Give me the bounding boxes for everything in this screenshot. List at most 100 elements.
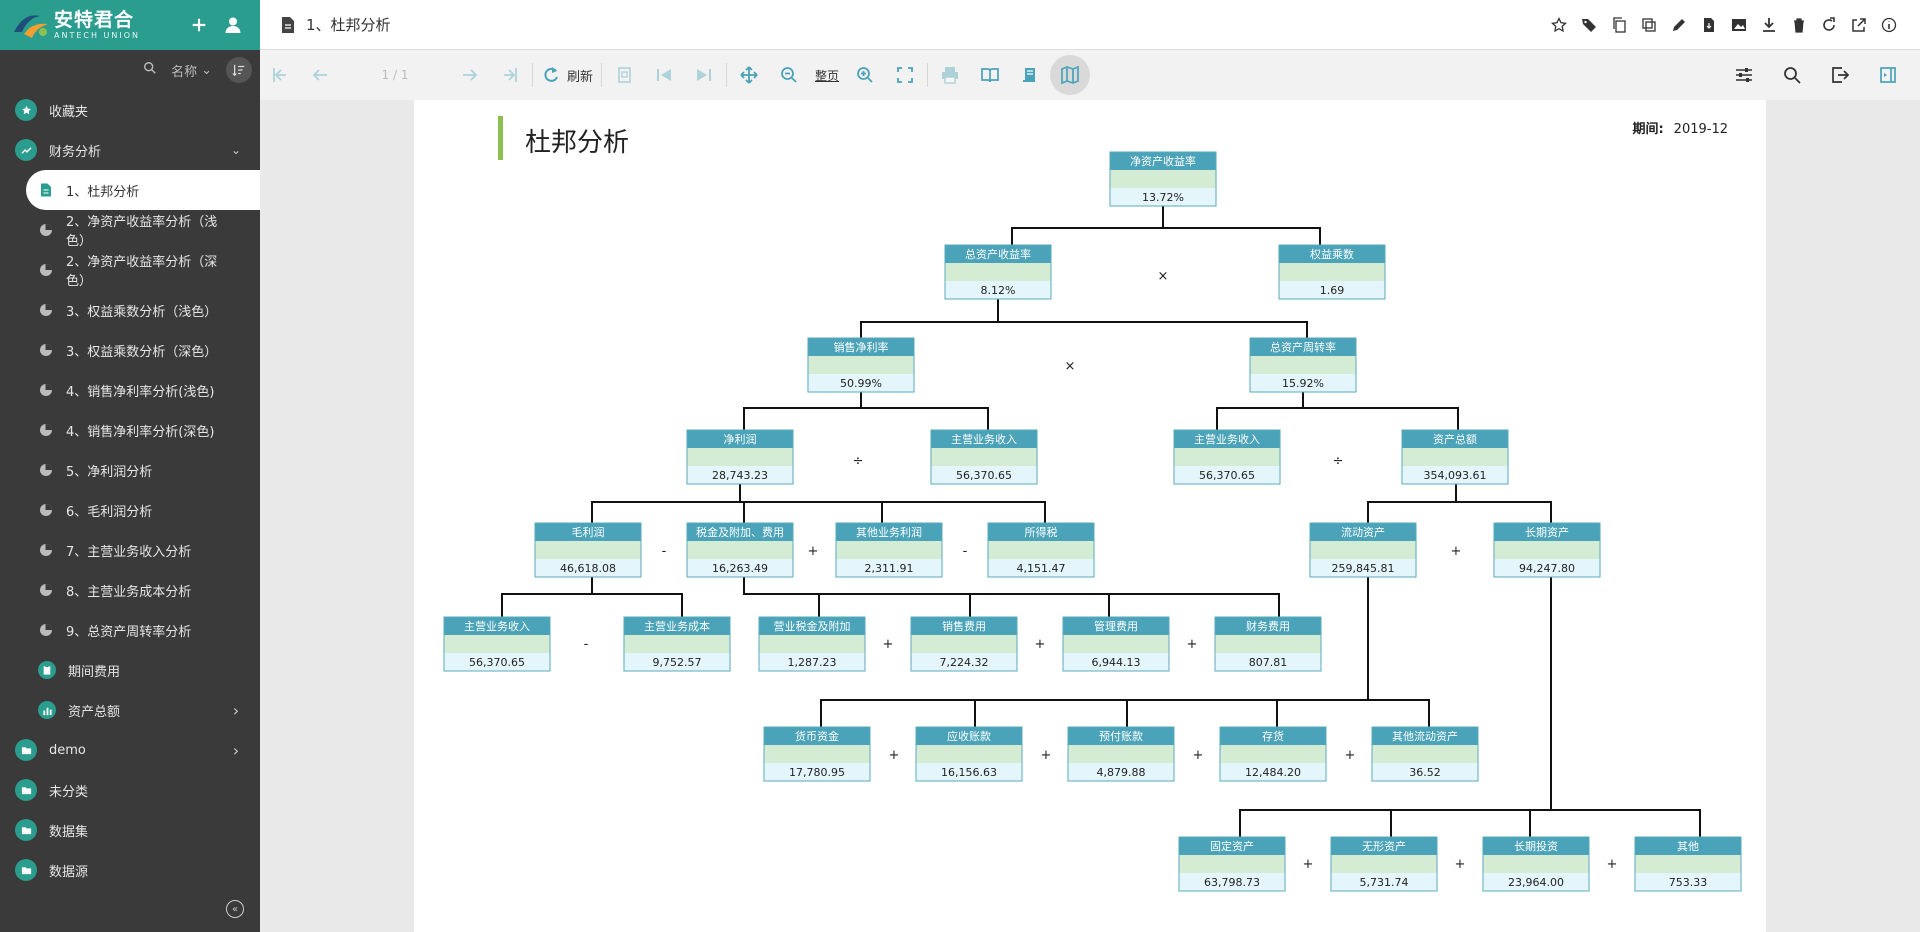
prev-page-button[interactable] (300, 55, 340, 95)
next-page-button[interactable] (450, 55, 490, 95)
metric-node[interactable]: 管理费用 6,944.13 (1062, 616, 1170, 672)
node-value: 50.99% (840, 377, 882, 390)
sidebar-item[interactable]: 3、权益乘数分析（深色） (0, 330, 260, 370)
sidebar-item[interactable]: 4、销售净利率分析(浅色) (0, 370, 260, 410)
info-button[interactable] (1880, 16, 1898, 34)
zoom-in-button[interactable] (845, 55, 885, 95)
copy-page-button[interactable] (604, 55, 644, 95)
sidebar-item[interactable]: 2、净资产收益率分析（深色） (0, 250, 260, 290)
metric-node[interactable]: 净资产收益率 13.72% (1109, 151, 1217, 207)
open-external-button[interactable] (1850, 16, 1868, 34)
download-button[interactable] (1760, 16, 1778, 34)
node-name: 主营业务成本 (644, 619, 710, 633)
metric-node[interactable]: 总资产周转率 15.92% (1249, 337, 1357, 393)
sidebar-item[interactable]: 4、销售净利率分析(深色) (0, 410, 260, 450)
collapse-sidebar-button[interactable]: « (226, 900, 244, 918)
sidebar-item[interactable]: 资产总额 › (0, 690, 260, 730)
metric-node[interactable]: 其他业务利润 2,311.91 (835, 522, 943, 578)
image-export-button[interactable] (1730, 16, 1748, 34)
metric-node[interactable]: 主营业务收入 56,370.65 (443, 616, 551, 672)
metric-node[interactable]: 货币资金 17,780.95 (763, 726, 871, 782)
metric-node[interactable]: 销售净利率 50.99% (807, 337, 915, 393)
metric-node[interactable]: 权益乘数 1.69 (1278, 244, 1386, 300)
metric-node[interactable]: 应收账款 16,156.63 (915, 726, 1023, 782)
sidebar-item[interactable]: 3、权益乘数分析（浅色） (0, 290, 260, 330)
sort-dropdown[interactable]: 名称 ⌄ (171, 61, 212, 80)
metric-node[interactable]: 主营业务收入 56,370.65 (930, 429, 1038, 485)
metric-node[interactable]: 其他流动资产 36.52 (1371, 726, 1479, 782)
edit-button[interactable] (1670, 16, 1688, 34)
metric-node[interactable]: 存货 12,484.20 (1219, 726, 1327, 782)
sidebar-item[interactable]: 6、毛利润分析 (0, 490, 260, 530)
map-view-button[interactable] (1050, 55, 1091, 95)
duplicate-button[interactable] (1640, 16, 1658, 34)
metric-node[interactable]: 资产总额 354,093.61 (1401, 429, 1509, 485)
node-value: 5,731.74 (1360, 876, 1409, 889)
sidebar-item-label: 9、总资产周转率分析 (66, 624, 192, 640)
sidebar-item[interactable]: 8、主营业务成本分析 (0, 570, 260, 610)
delete-button[interactable] (1790, 16, 1808, 34)
metric-node[interactable]: 净利润 28,743.23 (686, 429, 794, 485)
sidebar-item[interactable]: 5、净利润分析 (0, 450, 260, 490)
book-view-button[interactable] (970, 55, 1010, 95)
metric-node[interactable]: 主营业务成本 9,752.57 (623, 616, 731, 672)
scroll-view-button[interactable] (1010, 55, 1050, 95)
sidebar-item[interactable]: 期间费用 (0, 650, 260, 690)
search-report-button[interactable] (1772, 55, 1812, 95)
print-button[interactable] (930, 55, 970, 95)
sidebar-item[interactable]: 1、杜邦分析 (26, 170, 260, 210)
metric-node[interactable]: 其他 753.33 (1634, 836, 1742, 892)
metric-node[interactable]: 流动资产 259,845.81 (1309, 522, 1417, 578)
sidebar-item[interactable]: demo › (0, 730, 260, 770)
metric-node[interactable]: 税金及附加、费用 16,263.49 (686, 522, 794, 578)
refresh-button[interactable]: 刷新 (535, 55, 599, 95)
metric-node[interactable]: 长期资产 94,247.80 (1493, 522, 1601, 578)
metric-node[interactable]: 总资产收益率 8.12% (944, 244, 1052, 300)
zoom-out-button[interactable] (769, 55, 809, 95)
metric-node[interactable]: 销售费用 7,224.32 (910, 616, 1018, 672)
fit-page-button[interactable]: 整页 (809, 55, 845, 95)
export-file-button[interactable] (1700, 16, 1718, 34)
user-button[interactable] (216, 8, 250, 42)
sidebar-item[interactable]: 2、净资产收益率分析（浅色） (0, 210, 260, 250)
brand-name-en: ANTECH UNION (54, 30, 141, 40)
first-page-button[interactable] (260, 55, 300, 95)
last-page-button[interactable] (490, 55, 530, 95)
metric-node[interactable]: 财务费用 807.81 (1214, 616, 1322, 672)
copy-button[interactable] (1610, 16, 1628, 34)
add-button[interactable] (182, 8, 216, 42)
search-icon[interactable] (143, 61, 157, 79)
step-back-button[interactable] (644, 55, 684, 95)
sidebar-item[interactable]: 数据集 (0, 810, 260, 850)
metric-node[interactable]: 无形资产 5,731.74 (1330, 836, 1438, 892)
sidebar-item[interactable]: 财务分析 ⌄ (0, 130, 260, 170)
tag-button[interactable] (1580, 16, 1598, 34)
sort-order-button[interactable] (226, 57, 252, 83)
reload-button[interactable] (1820, 16, 1838, 34)
exit-button[interactable] (1820, 55, 1860, 95)
sidebar-item-label: 数据源 (49, 864, 89, 880)
sidebar-item[interactable]: 7、主营业务收入分析 (0, 530, 260, 570)
panel-toggle-button[interactable] (1868, 55, 1908, 95)
pan-button[interactable] (729, 55, 769, 95)
node-middle (945, 263, 1051, 281)
metric-node[interactable]: 预付账款 4,879.88 (1067, 726, 1175, 782)
logo[interactable]: 安特君合 ANTECH UNION (10, 8, 182, 42)
node-middle (1068, 745, 1174, 763)
sidebar-item[interactable]: 未分类 (0, 770, 260, 810)
metric-node[interactable]: 营业税金及附加 1,287.23 (758, 616, 866, 672)
metric-node[interactable]: 毛利润 46,618.08 (534, 522, 642, 578)
sidebar-item[interactable]: 数据源 (0, 850, 260, 890)
sidebar-item[interactable]: 收藏夹 (0, 90, 260, 130)
step-forward-button[interactable] (684, 55, 724, 95)
sidebar-item[interactable]: 9、总资产周转率分析 (0, 610, 260, 650)
metric-node[interactable]: 长期投资 23,964.00 (1482, 836, 1590, 892)
fullscreen-button[interactable] (885, 55, 925, 95)
sidebar-item-label: 期间费用 (68, 664, 121, 680)
node-middle (759, 635, 865, 653)
metric-node[interactable]: 固定资产 63,798.73 (1178, 836, 1286, 892)
metric-node[interactable]: 所得税 4,151.47 (987, 522, 1095, 578)
favorite-button[interactable] (1550, 16, 1568, 34)
metric-node[interactable]: 主营业务收入 56,370.65 (1173, 429, 1281, 485)
filter-settings-button[interactable] (1724, 55, 1764, 95)
